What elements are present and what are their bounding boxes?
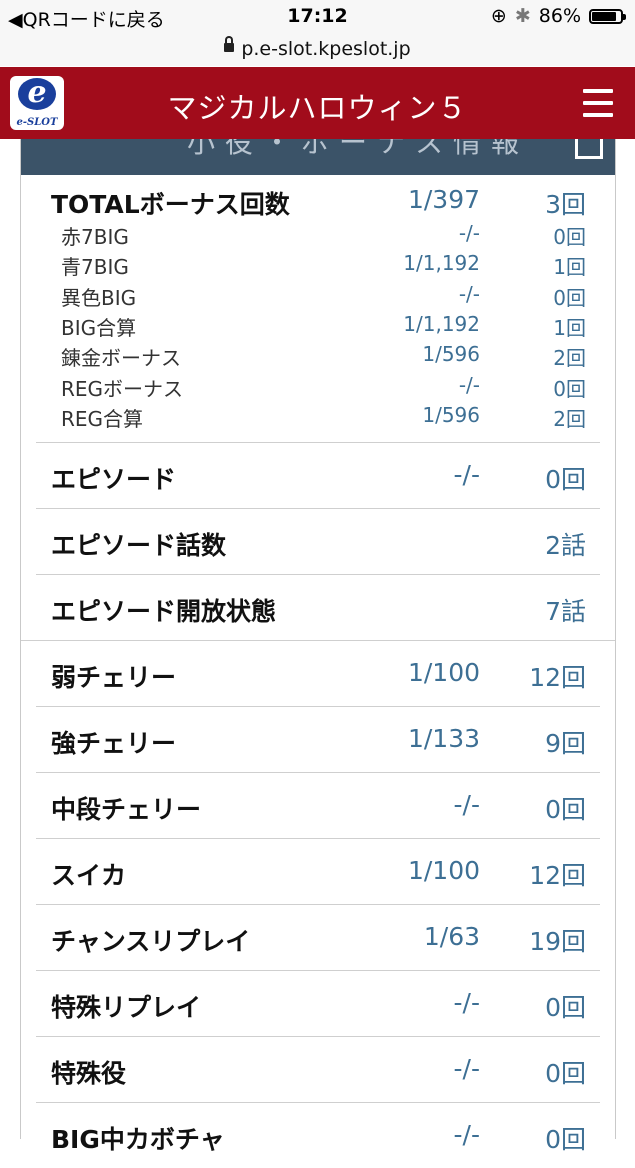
row-count: 12回	[529, 861, 586, 890]
table-row: 特殊役 -/- 0回	[21, 1036, 615, 1102]
row-rate: -/-	[453, 1054, 480, 1083]
total-bonus-block: TOTALボーナス回数 1/397 3回 赤7BIG -/- 0回 青7BIG 1/1,…	[21, 175, 615, 442]
row-label: 錬金ボーナス	[61, 346, 181, 371]
row-rate: 1/100	[407, 658, 480, 687]
row-count: 2回	[553, 346, 586, 371]
row-label: 特殊リプレイ	[51, 993, 202, 1022]
total-bonus-rate: 1/397	[407, 185, 480, 214]
row-label: 特殊役	[51, 1059, 127, 1088]
row-label: 異色BIG	[61, 285, 137, 310]
collapse-toggle-icon[interactable]	[575, 139, 603, 159]
row-rate: -/-	[453, 460, 480, 489]
row-count: 7話	[545, 597, 586, 626]
row-label: 弱チェリー	[51, 663, 177, 692]
row-count: 2話	[545, 531, 586, 560]
table-row: 中段チェリー -/- 0回	[21, 772, 615, 838]
row-label: 強チェリー	[51, 729, 177, 758]
row-count: 0回	[545, 1059, 586, 1088]
row-count: 12回	[529, 663, 586, 692]
row-count: 1回	[553, 315, 586, 340]
row-rate: 1/596	[422, 342, 480, 367]
table-row: 強チェリー 1/133 9回	[21, 706, 615, 772]
row-label: BIG合算	[61, 315, 137, 340]
row-count: 9回	[545, 729, 586, 758]
row-label: 赤7BIG	[61, 225, 129, 249]
row-rate: 1/1,192	[403, 311, 480, 336]
row-label: エピソード話数	[51, 531, 227, 560]
row-rate: -/-	[453, 790, 480, 819]
lock-icon	[224, 36, 235, 52]
row-label: チャンスリプレイ	[51, 927, 251, 956]
row-label: エピソード	[51, 465, 177, 494]
url-text: p.e-slot.kpeslot.jp	[241, 38, 411, 60]
row-label: 中段チェリー	[51, 795, 202, 824]
table-row: 特殊リプレイ -/- 0回	[21, 970, 615, 1036]
row-rate: 1/1,192	[403, 251, 480, 276]
url-bar[interactable]: p.e-slot.kpeslot.jp	[0, 34, 635, 66]
row-count: 0回	[545, 993, 586, 1022]
page-title: マジカルハロウィン５	[167, 91, 468, 125]
row-count: 2回	[553, 406, 586, 431]
status-indicators: ⊕ ✱ 86%	[490, 5, 626, 27]
table-row: チャンスリプレイ 1/63 19回	[21, 904, 615, 970]
row-count: 0回	[553, 285, 586, 310]
app-header: e e-SLOT マジカルハロウィン５	[0, 67, 635, 139]
total-bonus-count: 3回	[545, 190, 586, 219]
row-rate: -/-	[453, 988, 480, 1017]
row-rate: -/-	[458, 281, 480, 306]
row-label: スイカ	[51, 861, 127, 890]
table-row: エピソード -/- 0回	[21, 442, 615, 508]
data-panel: 小役・ボーナス情報 TOTALボーナス回数 1/397 3回 赤7BIG -/- 0…	[20, 139, 616, 1154]
rotation-lock-icon: ⊕	[490, 5, 507, 27]
table-row: スイカ 1/100 12回	[21, 838, 615, 904]
row-label: REGボーナス	[61, 376, 184, 401]
row-count: 0回	[553, 376, 586, 401]
row-rate: -/-	[458, 221, 480, 245]
row-label: REG合算	[61, 406, 144, 431]
row-count: 1回	[553, 255, 586, 280]
status-bar: ◀QRコードに戻る 17:12 ⊕ ✱ 86%	[0, 0, 635, 34]
battery-percent: 86%	[538, 5, 581, 27]
row-label: エピソード開放状態	[51, 597, 277, 626]
row-rate: -/-	[453, 1120, 480, 1149]
row-rate: 1/100	[407, 856, 480, 885]
hamburger-menu-icon[interactable]	[583, 89, 613, 117]
total-bonus-label: TOTALボーナス回数	[51, 190, 290, 219]
battery-icon	[589, 8, 626, 24]
row-count: 0回	[545, 795, 586, 824]
row-rate: 1/63	[423, 922, 480, 951]
section-title: 小役・ボーナス情報	[187, 139, 530, 159]
row-rate: -/-	[458, 372, 480, 397]
battery-fill	[592, 11, 617, 21]
table-row: BIG中カボチャ -/- 0回	[21, 1102, 615, 1168]
table-row: 弱チェリー 1/100 12回	[21, 640, 615, 706]
row-label: BIG中カボチャ	[51, 1125, 225, 1154]
section-header[interactable]: 小役・ボーナス情報	[21, 139, 615, 175]
row-count: 0回	[553, 225, 586, 249]
row-label: 青7BIG	[61, 255, 129, 280]
row-count: 19回	[529, 927, 586, 956]
row-rate: 1/596	[422, 402, 480, 427]
row-rate: 1/133	[407, 724, 480, 753]
row-count: 0回	[545, 465, 586, 494]
row-count: 0回	[545, 1125, 586, 1154]
table-row: エピソード開放状態 7話	[21, 574, 615, 640]
table-row: エピソード話数 2話	[21, 508, 615, 574]
bluetooth-icon: ✱	[514, 5, 531, 27]
